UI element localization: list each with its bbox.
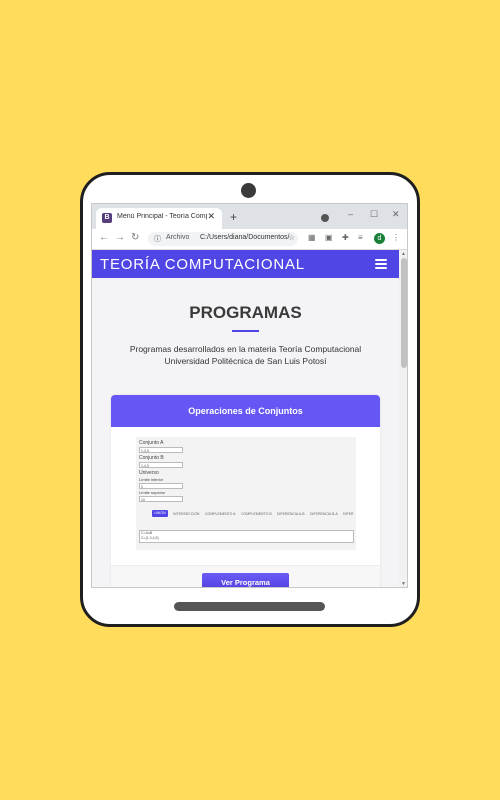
preview-button-difference-ab: DIFERENCIA A-B [277, 512, 305, 516]
browser-toolbar: ← → ↻ ⓘ Archivo C:/Users/diana/Documento… [92, 229, 407, 250]
address-url: C:/Users/diana/Documentos/ [200, 234, 290, 241]
scrollbar-thumb[interactable] [401, 258, 407, 368]
site-navbar: TEORÍA COMPUTACIONAL [92, 250, 399, 278]
profile-avatar[interactable]: d [374, 233, 385, 244]
program-preview-image: Conjunto A 1,3,5 Conjunto B 1,4,5 Univer… [136, 437, 356, 550]
reload-icon[interactable]: ↻ [131, 232, 139, 243]
preview-input-a: 1,3,5 [139, 447, 183, 453]
page-scrollbar[interactable]: ▲ ▼ [399, 250, 407, 587]
preview-input-upper: 10 [139, 496, 183, 502]
info-icon[interactable]: ⓘ [154, 234, 161, 244]
new-tab-button[interactable]: + [230, 210, 237, 224]
preview-label-a: Conjunto A [139, 440, 164, 446]
tab-title: Menú Principal - Teoría Computacional [117, 213, 207, 220]
scroll-down-icon[interactable]: ▼ [401, 581, 406, 587]
ver-programa-button[interactable]: Ver Programa [202, 573, 289, 587]
browser-window: B Menú Principal - Teoría Computacional … [91, 203, 408, 588]
extension-icon[interactable] [321, 214, 329, 222]
preview-label-lower: Límite inferior [139, 477, 164, 482]
maximize-button[interactable]: ☐ [370, 209, 378, 220]
tablet-camera [241, 183, 256, 198]
preview-label-upper: Límite superior [139, 490, 166, 495]
description-line-2: Universidad Politécnica de San Luis Poto… [164, 356, 327, 366]
scroll-up-icon[interactable]: ▲ [401, 251, 406, 257]
preview-button-complement-a: COMPLEMENTO A [205, 512, 236, 516]
hamburger-menu-icon[interactable] [375, 259, 387, 271]
programs-description: Programas desarrollados en la materia Te… [92, 343, 399, 367]
menu-kebab-icon[interactable]: ⋮ [392, 233, 400, 242]
description-line-1: Programas desarrollados en la materia Te… [129, 344, 362, 354]
address-bar[interactable]: ⓘ Archivo C:/Users/diana/Documentos/ [148, 232, 298, 246]
bookmark-star-icon[interactable]: ☆ [288, 233, 295, 242]
page-viewport: TEORÍA COMPUTACIONAL PROGRAMAS Programas… [92, 250, 399, 587]
preview-output-line-2: C={1,3,4,5} [141, 536, 159, 540]
minimize-button[interactable]: – [348, 209, 353, 219]
preview-button-difference-more: DIFER [343, 512, 354, 516]
preview-label-universe: Universo [139, 470, 159, 476]
extensions-icon[interactable]: ✚ [342, 233, 349, 242]
bootstrap-favicon-icon: B [102, 213, 112, 223]
title-underline [232, 330, 259, 332]
reading-list-icon[interactable]: ≡ [358, 233, 363, 242]
back-arrow-icon[interactable]: ← [99, 232, 109, 243]
close-window-button[interactable]: ✕ [392, 209, 400, 220]
program-card: Operaciones de Conjuntos Conjunto A 1,3,… [111, 395, 380, 587]
site-brand[interactable]: TEORÍA COMPUTACIONAL [100, 256, 305, 273]
tab-menu-principal[interactable]: B Menú Principal - Teoría Computacional … [96, 208, 222, 229]
extension-puzzle-icon[interactable]: ▦ [308, 233, 316, 242]
preview-button-complement-b: COMPLEMENTO B [241, 512, 272, 516]
programs-title: PROGRAMAS [189, 303, 302, 322]
card-header: Operaciones de Conjuntos [111, 395, 380, 427]
preview-button-union: UNIÓN [152, 510, 168, 517]
preview-button-intersection: INTERSECCIÓN [173, 512, 200, 516]
screenshot-icon[interactable]: ▣ [325, 233, 333, 242]
preview-input-b: 1,4,5 [139, 462, 183, 468]
preview-input-lower: 0 [139, 483, 183, 489]
preview-button-difference-ba: DIFERENCIA B-A [310, 512, 338, 516]
preview-label-b: Conjunto B [139, 455, 164, 461]
forward-arrow-icon[interactable]: → [115, 232, 125, 243]
address-scheme-label: Archivo [166, 234, 190, 241]
preview-output: C=AuB C={1,3,4,5} [139, 530, 354, 543]
tablet-home-bar [174, 602, 325, 611]
tab-close-icon[interactable]: ✕ [207, 211, 215, 222]
card-footer: Ver Programa [111, 565, 380, 587]
tab-strip: B Menú Principal - Teoría Computacional … [92, 204, 407, 229]
